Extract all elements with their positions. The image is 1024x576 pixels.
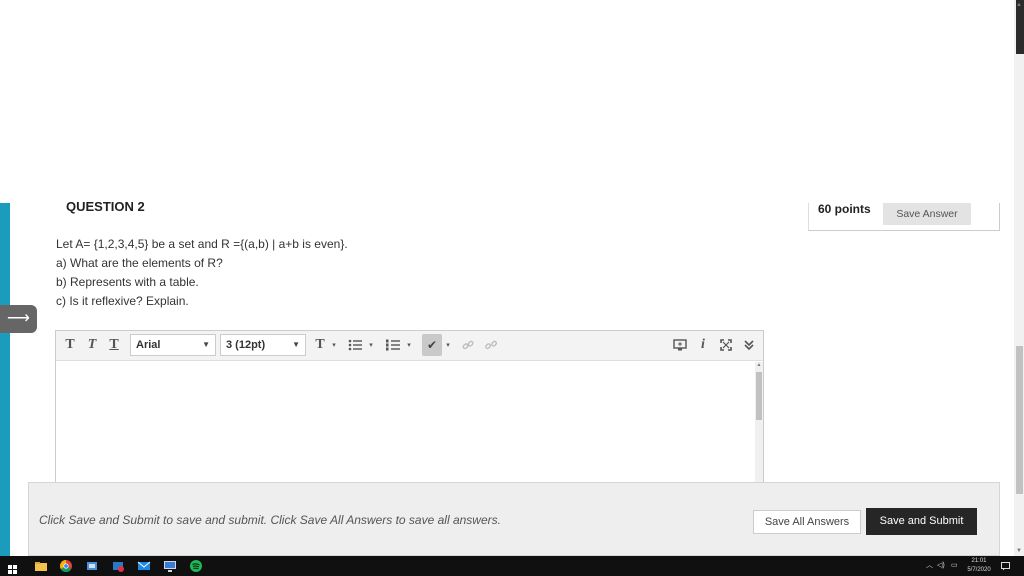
font-size-select[interactable]: 3 (12pt) ▼ [220,334,306,356]
font-size-value: 3 (12pt) [226,339,266,351]
scroll-up-icon[interactable]: ▲ [755,362,763,368]
page-scrollbar[interactable]: ▲ ▼ [1014,0,1024,556]
chevron-down-icon[interactable]: ▾ [444,334,452,356]
info-icon[interactable]: i [693,334,713,356]
bullet-list-icon[interactable] [345,334,365,356]
editor-toolbar: T T T Arial ▼ 3 (12pt) ▼ T ▾ ▾ ▾ ✔ ▾ i [56,331,763,361]
question-points: 60 points [818,202,871,216]
text-color-icon[interactable]: T [310,334,330,356]
unlink-icon[interactable] [482,334,500,356]
save-and-submit-button[interactable]: Save and Submit [866,508,977,535]
system-clock[interactable]: 21:01 5/7/2020 [962,556,996,575]
remote-desktop-icon[interactable] [163,559,177,573]
bold-text-icon[interactable]: T [60,334,80,356]
question-title: QUESTION 2 [66,199,145,214]
clock-time: 21:01 [971,558,987,564]
preview-icon[interactable] [670,334,690,356]
spotify-icon[interactable] [189,559,203,573]
question-line: b) Represents with a table. [56,275,199,289]
spellcheck-icon[interactable]: ✔ [422,334,442,356]
chevron-down-icon: ▼ [292,340,300,349]
clock-date: 5/7/2020 [967,567,991,573]
browser-page: QUESTION 2 60 points Save Answer Let A= … [0,0,1024,576]
notification-icon[interactable] [1001,556,1011,576]
answer-text-area[interactable] [56,362,755,489]
expand-toolbar-icon[interactable] [739,334,759,356]
photos-icon[interactable] [111,559,125,573]
italic-text-icon[interactable]: T [82,334,102,356]
chrome-icon[interactable] [59,559,73,573]
font-family-value: Arial [136,339,161,351]
file-explorer-icon[interactable] [34,559,48,573]
chevron-down-icon[interactable]: ▾ [330,334,338,356]
mail-icon[interactable] [137,559,151,573]
font-family-select[interactable]: Arial ▼ [130,334,216,356]
question-line: a) What are the elements of R? [56,256,223,270]
save-all-answers-button[interactable]: Save All Answers [753,510,861,534]
question-line: c) Is it reflexive? Explain. [56,294,189,308]
volume-icon[interactable]: ◁) [937,556,949,576]
chevron-down-icon: ▼ [202,340,210,349]
editor-scrollbar-thumb[interactable] [756,372,762,420]
side-menu-arrow-icon[interactable]: ⟶ [0,305,37,333]
network-icon[interactable]: ▭ [951,556,961,576]
windows-start-icon[interactable] [8,561,17,574]
question-accent-bar [0,203,16,556]
numbered-list-icon[interactable] [383,334,403,356]
windows-taskbar: ︿ ◁) ▭ 21:01 5/7/2020 [0,556,1024,576]
page-scrollbar-thumb[interactable] [1016,346,1023,494]
chevron-down-icon[interactable]: ▾ [367,334,375,356]
chevron-down-icon[interactable]: ▾ [405,334,413,356]
question-line: Let A= {1,2,3,4,5} be a set and R ={(a,b… [56,237,348,251]
answer-editor: T T T Arial ▼ 3 (12pt) ▼ T ▾ ▾ ▾ ✔ ▾ i ▲ [55,330,764,490]
editor-scrollbar[interactable]: ▲ [755,362,763,489]
scroll-down-icon[interactable]: ▼ [1014,546,1024,556]
app-icon[interactable] [85,559,99,573]
scroll-up-icon[interactable]: ▲ [1014,0,1024,10]
fullscreen-icon[interactable] [716,334,736,356]
save-answer-button[interactable]: Save Answer [883,203,971,225]
submit-instructions: Click Save and Submit to save and submit… [39,513,501,527]
chevron-up-icon[interactable]: ︿ [926,556,934,576]
question-text: Let A= {1,2,3,4,5} be a set and R ={(a,b… [56,235,348,311]
link-icon[interactable] [459,334,477,356]
underline-text-icon[interactable]: T [104,334,124,356]
